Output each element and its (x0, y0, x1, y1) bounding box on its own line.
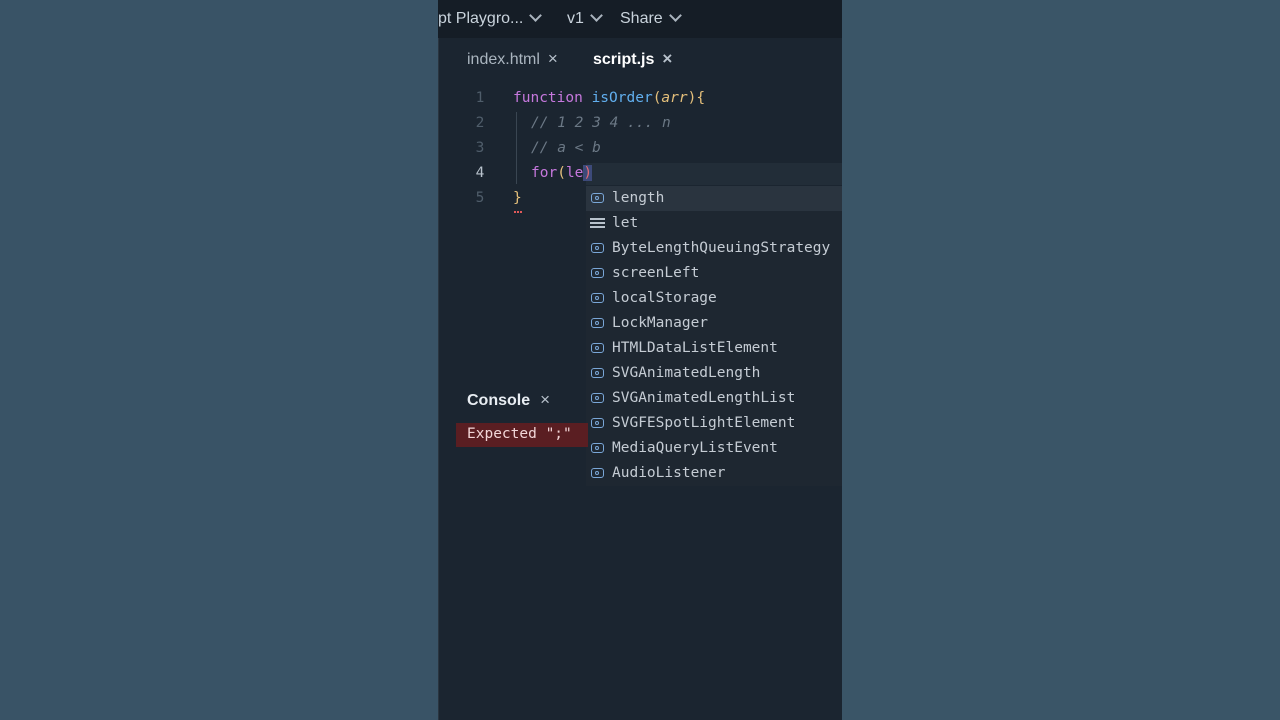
suggestion-item[interactable]: MediaQueryListEvent (586, 436, 842, 461)
property-icon (591, 443, 604, 453)
share-label: Share (620, 10, 663, 27)
error-squiggle (514, 208, 522, 213)
suggestion-label: HTMLDataListElement (612, 340, 778, 356)
suggestion-label: let (612, 215, 639, 231)
background-right (842, 0, 1280, 720)
line-number: 1 (475, 90, 485, 106)
line-number: 4 (475, 165, 485, 181)
property-icon (591, 368, 604, 378)
code-line-2: // 1 2 3 4 ... n (531, 115, 671, 131)
property-icon (591, 393, 604, 403)
suggestion-label: AudioListener (612, 465, 726, 481)
suggestion-label: LockManager (612, 315, 709, 331)
suggestion-item[interactable]: ByteLengthQueuingStrategy (586, 236, 842, 261)
chevron-down-icon (529, 9, 543, 22)
suggestion-label: ByteLengthQueuingStrategy (612, 240, 831, 256)
property-icon (591, 243, 604, 253)
top-bar: pt Playgro... v1 Share (438, 0, 842, 38)
tab-label: index.html (467, 51, 540, 68)
chevron-down-icon (590, 9, 603, 22)
playground-window: pt Playgro... v1 Share index.html × scrip… (438, 0, 842, 720)
line-number: 3 (475, 140, 485, 156)
version-label: v1 (567, 10, 584, 27)
version-dropdown[interactable]: v1 (567, 9, 603, 28)
suggestion-label: SVGFESpotLightElement (612, 415, 796, 431)
property-icon (591, 468, 604, 478)
background-left (0, 0, 438, 720)
suggestion-item[interactable]: SVGFESpotLightElement (586, 411, 842, 436)
code-line-5: } (513, 190, 522, 206)
console-title: Console (467, 392, 531, 409)
close-icon[interactable]: × (662, 49, 672, 68)
tab-index-html[interactable]: index.html × (467, 49, 558, 69)
suggestion-label: localStorage (612, 290, 717, 306)
suggestion-item[interactable]: HTMLDataListElement (586, 336, 842, 361)
property-icon (591, 343, 604, 353)
suggestion-item[interactable]: AudioListener (586, 461, 842, 486)
tab-script-js[interactable]: script.js × (593, 49, 672, 69)
tab-console[interactable]: Console × (467, 390, 550, 410)
line-number: 2 (475, 115, 485, 131)
property-icon (591, 318, 604, 328)
editor-tabs: index.html × script.js × (438, 38, 842, 78)
suggestion-item[interactable]: localStorage (586, 286, 842, 311)
property-icon (591, 268, 604, 278)
suggestion-item[interactable]: SVGAnimatedLengthList (586, 386, 842, 411)
project-name: pt Playgro... (438, 10, 524, 27)
autocomplete-list: length let ByteLengthQueuingStrategy screen… (586, 186, 842, 486)
console-error: Expected ";" (467, 426, 572, 442)
close-icon[interactable]: × (548, 49, 558, 68)
suggestion-item[interactable]: let (586, 211, 842, 236)
suggestion-item[interactable]: LockManager (586, 311, 842, 336)
code-line-3: // a < b (531, 140, 601, 156)
suggestion-label: MediaQueryListEvent (612, 440, 778, 456)
keyword-icon (590, 218, 605, 229)
property-icon (591, 293, 604, 303)
project-name-dropdown[interactable]: pt Playgro... (438, 9, 543, 28)
chevron-down-icon (668, 9, 682, 22)
suggestion-label: length (612, 190, 665, 206)
code-line-4: for(le) (531, 165, 593, 181)
suggestion-item[interactable]: SVGAnimatedLength (586, 361, 842, 386)
suggestion-label: SVGAnimatedLength (612, 365, 761, 381)
code-line-1: function isOrder(arr){ (513, 90, 706, 106)
suggestion-label: screenLeft (612, 265, 700, 281)
close-icon[interactable]: × (540, 390, 550, 409)
tab-label: script.js (593, 51, 655, 68)
suggestion-item[interactable]: screenLeft (586, 261, 842, 286)
suggestion-item[interactable]: length (586, 186, 842, 211)
share-dropdown[interactable]: Share (620, 9, 682, 28)
property-icon (591, 193, 604, 203)
property-icon (591, 418, 604, 428)
suggestion-label: SVGAnimatedLengthList (612, 390, 796, 406)
line-number: 5 (475, 190, 485, 206)
